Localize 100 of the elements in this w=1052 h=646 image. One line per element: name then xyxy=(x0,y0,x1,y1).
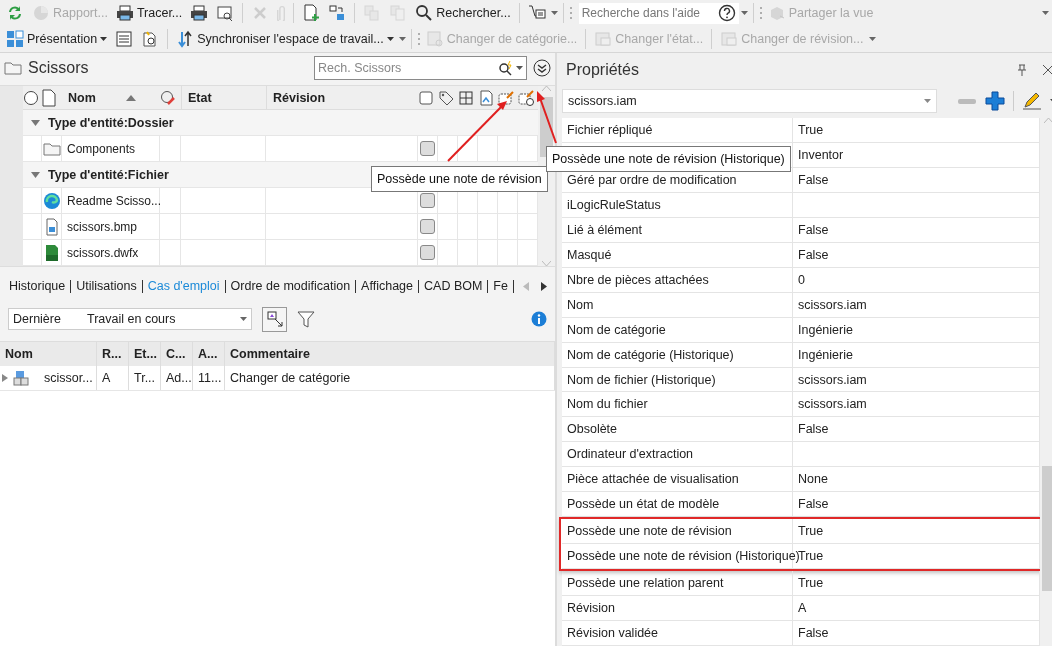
column-header[interactable]: A... xyxy=(198,347,218,361)
change-category-icon xyxy=(425,30,444,48)
column-header[interactable]: Révision xyxy=(273,90,326,105)
expanded-triangle-icon[interactable] xyxy=(31,171,40,178)
search-box[interactable]: Rech. Scissors xyxy=(314,56,527,80)
property-value: False xyxy=(798,172,829,187)
column-header[interactable]: Et... xyxy=(134,347,157,361)
info-icon[interactable] xyxy=(531,311,547,327)
property-value: Inventor xyxy=(798,147,844,162)
tab[interactable]: Ordre de modification xyxy=(225,279,357,293)
property-value: None xyxy=(798,472,828,487)
tab[interactable]: Affichage xyxy=(356,279,419,293)
property-name: Nom de catégorie (Historique) xyxy=(567,347,734,362)
select-area-button[interactable] xyxy=(262,306,287,332)
grip-icon xyxy=(416,32,421,46)
tab[interactable]: Utilisations xyxy=(71,279,143,293)
scrollbar-thumb[interactable] xyxy=(1042,466,1052,591)
search-icon xyxy=(498,60,514,76)
sort-ascending-icon xyxy=(125,94,136,101)
file-name[interactable]: Components xyxy=(67,141,136,156)
column-header[interactable]: Nom xyxy=(68,90,96,105)
tooltip: Possède une note de révision xyxy=(371,166,548,192)
scroll-right-icon[interactable] xyxy=(541,281,547,291)
collapsed-triangle-icon[interactable] xyxy=(2,374,8,382)
note-clock-icon xyxy=(518,89,534,106)
caret-icon xyxy=(516,66,523,70)
checkbox[interactable] xyxy=(420,141,435,156)
collapse-chevron-icon[interactable] xyxy=(533,59,551,77)
table-cell: 11... xyxy=(198,371,222,385)
note-pencil-icon xyxy=(498,89,514,106)
caret-icon[interactable] xyxy=(1042,11,1049,15)
plus-icon[interactable] xyxy=(985,91,1005,111)
refresh-icon xyxy=(6,4,24,22)
grid-icon xyxy=(458,89,474,106)
property-name: Masqué xyxy=(567,247,612,262)
checkbox[interactable] xyxy=(420,193,435,208)
caret-icon[interactable] xyxy=(398,37,406,41)
tab[interactable]: Historique xyxy=(4,279,72,293)
table-cell: Tr... xyxy=(134,371,156,385)
column-header[interactable]: C... xyxy=(166,347,186,361)
tab[interactable]: Fe xyxy=(488,279,514,293)
pane-title: Propriétés xyxy=(566,61,640,79)
caret-icon xyxy=(924,99,931,103)
folder-icon xyxy=(4,60,22,76)
property-value: False xyxy=(798,247,829,262)
checkbox[interactable] xyxy=(420,219,435,234)
file-name[interactable]: scissors.bmp xyxy=(67,219,137,234)
column-header[interactable]: Nom xyxy=(5,347,33,361)
group-header: Type d'entité:Fichier xyxy=(48,167,169,182)
property-name: Nbre de pièces attachées xyxy=(567,272,709,287)
property-value: True xyxy=(798,122,824,137)
grid-layout-icon xyxy=(6,30,24,48)
property-name: Fichier répliqué xyxy=(567,122,653,137)
help-search-field[interactable]: Recherche dans l'aide xyxy=(581,6,715,20)
table-cell: Changer de catégorie xyxy=(230,371,351,385)
help-icon[interactable] xyxy=(717,4,736,22)
property-value: True xyxy=(798,524,824,539)
tab[interactable]: CAD BOM xyxy=(419,279,489,293)
change-state-icon xyxy=(594,30,613,48)
checkbox-icon xyxy=(418,89,434,106)
caret-icon[interactable] xyxy=(550,11,558,15)
column-header[interactable]: Commentaire xyxy=(230,347,310,361)
close-icon[interactable] xyxy=(1043,65,1052,75)
pencil-icon[interactable] xyxy=(1022,92,1042,110)
property-name: Ordinateur d'extraction xyxy=(567,447,694,462)
file-name[interactable]: Readme Scisso... xyxy=(67,193,162,208)
caret-icon xyxy=(240,317,247,321)
pin-icon[interactable] xyxy=(1017,64,1027,76)
object-dropdown[interactable]: scissors.iam xyxy=(562,89,937,113)
table-cell: A xyxy=(102,371,111,385)
diagram-file-icon xyxy=(478,89,494,106)
version-dropdown[interactable]: Dernière Travail en cours xyxy=(8,308,252,330)
assembly-icon xyxy=(12,369,30,387)
toolbar-button[interactable]: Tracer... xyxy=(112,2,186,24)
expanded-triangle-icon[interactable] xyxy=(31,119,40,126)
filter-icon[interactable] xyxy=(297,310,315,328)
property-value: False xyxy=(798,422,829,437)
column-header[interactable]: R... xyxy=(102,347,122,361)
property-name: Nom de catégorie xyxy=(567,322,666,337)
property-name: Révision xyxy=(567,601,615,616)
property-name: Nom du fichier xyxy=(567,397,648,412)
property-name: Nom xyxy=(567,297,594,312)
column-header[interactable]: Etat xyxy=(188,90,212,105)
grip-icon xyxy=(758,6,763,20)
file-name[interactable]: scissors.dwfx xyxy=(67,245,139,260)
toolbar-button[interactable]: Synchroniser l'espace de travail... xyxy=(173,28,397,50)
pane-title: Scissors xyxy=(28,59,90,77)
caret-icon[interactable] xyxy=(740,11,748,15)
search-box[interactable]: Recherche dans l'aide xyxy=(578,2,739,24)
sync-arrows-icon xyxy=(176,30,195,48)
caret-icon[interactable] xyxy=(868,37,876,41)
change-revision-icon xyxy=(720,30,739,48)
cart-list-icon xyxy=(527,4,546,22)
property-name: iLogicRuleStatus xyxy=(567,197,661,212)
toolbar-button[interactable]: Présentation xyxy=(3,28,111,50)
property-name: Lié à élément xyxy=(567,222,643,237)
status-circle-icon xyxy=(23,89,39,106)
toolbar-button[interactable]: Rechercher... xyxy=(412,2,514,24)
checkbox[interactable] xyxy=(420,245,435,260)
property-value: True xyxy=(798,576,824,591)
